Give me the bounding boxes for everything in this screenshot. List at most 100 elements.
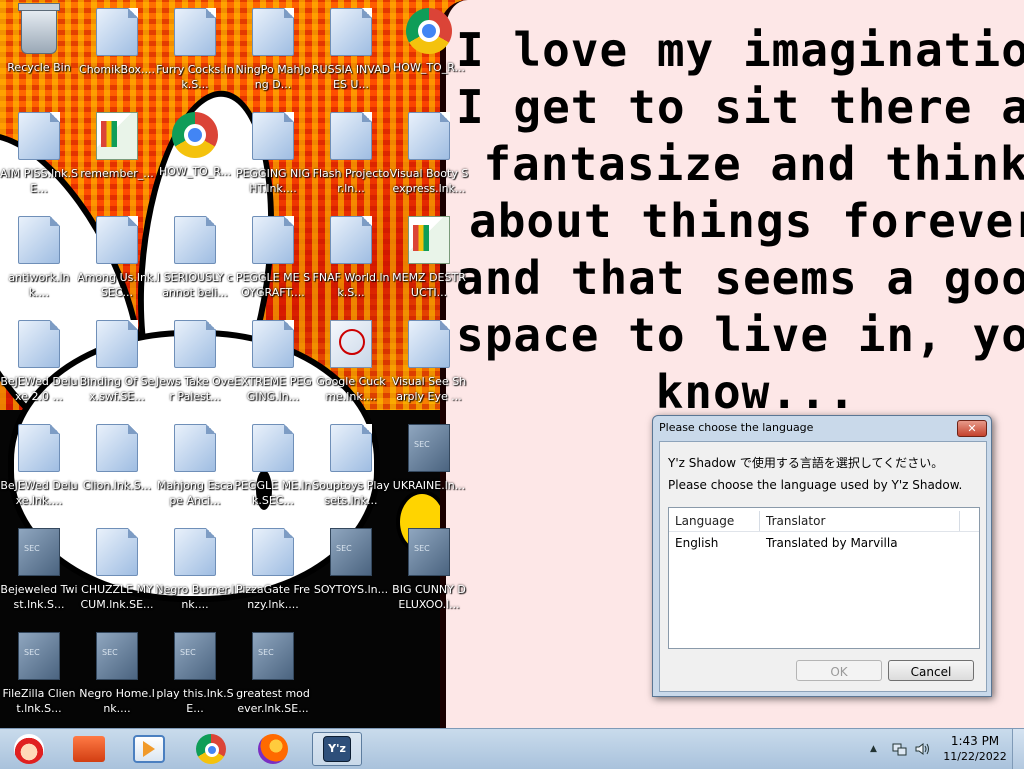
- desktop-icon[interactable]: antiwork.lnk....: [0, 210, 78, 310]
- cancel-button[interactable]: Cancel: [888, 660, 974, 681]
- desktop-icon-label: Google Cuckme.lnk....: [316, 375, 386, 403]
- desktop-icon-label: UKRAINE.ln...: [392, 479, 466, 492]
- desktop-icon[interactable]: FNAF World.lnk.S...: [312, 210, 390, 310]
- desktop-icon[interactable]: HOW_TO_R...: [156, 106, 234, 206]
- desktop-icon-label: Among Us.lnk.SEC...: [77, 271, 157, 299]
- desktop-icon-label: AIM PISS.lnk.SE...: [0, 167, 78, 195]
- show-desktop-button[interactable]: [1012, 729, 1024, 769]
- sec-file-icon: [330, 528, 372, 576]
- desktop-icon[interactable]: Bejeweled Twist.lnk.S...: [0, 522, 78, 622]
- shortcut-file-icon: [252, 216, 294, 264]
- clock-time[interactable]: 1:43 PM: [950, 734, 1000, 748]
- shortcut-file-icon: [252, 8, 294, 56]
- desktop-icon[interactable]: I SERIOUSLY cannot beli...: [156, 210, 234, 310]
- desktop-icon[interactable]: EXTREME PEGGING.ln...: [234, 314, 312, 414]
- taskbar-yz-shadow[interactable]: Y'z: [312, 732, 362, 766]
- dialog-message-english: Please choose the language used by Y'z S…: [668, 478, 963, 492]
- taskbar-media-player[interactable]: [124, 732, 174, 766]
- desktop-icon[interactable]: Google Cuckme.lnk....: [312, 314, 390, 414]
- google-doc-icon: [408, 216, 450, 264]
- desktop-icon[interactable]: Mahjong Escape Anci...: [156, 418, 234, 518]
- desktop-icon[interactable]: PizzaGate Frenzy.lnk....: [234, 522, 312, 622]
- taskbar-chrome[interactable]: [186, 732, 236, 766]
- desktop-icon[interactable]: BeJEWed Deluxe.lnk....: [0, 418, 78, 518]
- shortcut-file-icon: [330, 112, 372, 160]
- desktop-icon[interactable]: Jews Take Over Palest...: [156, 314, 234, 414]
- desktop-icon[interactable]: Clion.lnk.S...: [78, 418, 156, 518]
- desktop-icon-label: Souptoys Playsets.lnk...: [312, 479, 390, 507]
- volume-icon[interactable]: [914, 741, 930, 760]
- desktop-icon-label: Recycle Bin: [7, 61, 71, 74]
- clock-date[interactable]: 11/22/2022: [940, 750, 1010, 763]
- media-player-icon: [133, 735, 165, 763]
- ok-button[interactable]: OK: [796, 660, 882, 681]
- desktop-icon[interactable]: greatest mod ever.lnk.SE...: [234, 626, 312, 726]
- desktop-icon[interactable]: SOYTOYS.ln...: [312, 522, 390, 622]
- desktop-icon[interactable]: Recycle Bin: [0, 2, 78, 102]
- desktop-icon-label: Flash Projector.ln...: [312, 167, 390, 195]
- desktop-icon-label: ChomikBox....: [79, 63, 155, 76]
- taskbar-firefox[interactable]: [248, 732, 298, 766]
- taskbar-folder[interactable]: [64, 732, 114, 766]
- desktop-icon[interactable]: ChomikBox....: [78, 2, 156, 102]
- desktop-icon[interactable]: RUSSIA INVADES U...: [312, 2, 390, 102]
- desktop-icon[interactable]: CHUZZLE MY CUM.lnk.SE...: [78, 522, 156, 622]
- dialog-title: Please choose the language: [659, 421, 814, 434]
- shortcut-file-icon: [18, 112, 60, 160]
- close-icon[interactable]: ✕: [957, 420, 987, 437]
- desktop-icon[interactable]: BIG CUNNY DELUXOO.l...: [390, 522, 468, 622]
- desktop-icon[interactable]: FileZilla Client.lnk.S...: [0, 626, 78, 726]
- desktop-icon-label: Negro Home.lnk....: [79, 687, 155, 715]
- desktop-icon[interactable]: remember_...: [78, 106, 156, 206]
- folder-icon: [73, 736, 105, 762]
- shortcut-file-icon: [252, 112, 294, 160]
- desktop-icon-label: HOW_TO_R...: [159, 165, 231, 178]
- desktop-icon[interactable]: BeJEWed Deluxe 2.0 ...: [0, 314, 78, 414]
- list-item-translator[interactable]: Translated by Marvilla: [760, 534, 966, 552]
- desktop-icon[interactable]: PEGGLE ME SOYGRAFT....: [234, 210, 312, 310]
- desktop-icon[interactable]: NingPo MahJong D...: [234, 2, 312, 102]
- desktop-icon[interactable]: AIM PISS.lnk.SE...: [0, 106, 78, 206]
- desktop-icon[interactable]: HOW_TO_R...: [390, 2, 468, 102]
- desktop-icon[interactable]: Among Us.lnk.SEC...: [77, 210, 157, 310]
- recycle-bin-icon: [18, 3, 60, 54]
- sec-file-icon: [408, 424, 450, 472]
- desktop-icon[interactable]: Visual See Sharply Eye ...: [390, 314, 468, 414]
- list-item-language[interactable]: English: [669, 534, 760, 552]
- desktop-icon-label: PEGGLE ME.lnk.SEC...: [234, 479, 312, 507]
- shortcut-file-icon: [330, 424, 372, 472]
- desktop-icon-label: Visual Booty Sexpress.lnk...: [389, 167, 469, 195]
- desktop-icon-label: BIG CUNNY DELUXOO.l...: [392, 583, 466, 611]
- start-button[interactable]: [4, 732, 54, 766]
- wallpaper-quote: I love my imagination I get to sit there…: [456, 23, 1024, 419]
- desktop-icon[interactable]: Negro Home.lnk....: [78, 626, 156, 726]
- shortcut-file-icon: [252, 424, 294, 472]
- column-header-translator[interactable]: Translator: [760, 511, 960, 531]
- desktop-icon-label: FileZilla Client.lnk.S...: [2, 687, 76, 715]
- desktop-icon[interactable]: PEGGLE ME.lnk.SEC...: [234, 418, 312, 518]
- desktop-icon-label: PizzaGate Frenzy.lnk....: [235, 583, 311, 611]
- shortcut-file-icon: [174, 424, 216, 472]
- shortcut-file-icon: [96, 216, 138, 264]
- language-dialog[interactable]: Please choose the language ✕ Y'z Shadow …: [652, 415, 992, 697]
- shortcut-file-icon: [174, 320, 216, 368]
- desktop-icon[interactable]: Visual Booty Sexpress.lnk...: [390, 106, 468, 206]
- network-icon[interactable]: [892, 741, 908, 760]
- desktop-icon[interactable]: play this.lnk.SE...: [156, 626, 234, 726]
- shortcut-file-icon: [174, 8, 216, 56]
- desktop-icon[interactable]: PEGGING NIGHT.lnk....: [234, 106, 312, 206]
- tray-chevron-icon[interactable]: ▲: [870, 744, 877, 754]
- desktop-icon[interactable]: Furry Cocks.lnk.S...: [156, 2, 234, 102]
- desktop-icon[interactable]: Negro Burner.lnk....: [155, 522, 235, 622]
- desktop-icon[interactable]: UKRAINE.ln...: [390, 418, 468, 518]
- desktop-icon[interactable]: MEMZ DESTRUCTI...: [390, 210, 468, 310]
- desktop-icon[interactable]: Binding Of Sex.swf.SE...: [78, 314, 156, 414]
- column-header-language[interactable]: Language: [669, 511, 760, 531]
- chrome-icon: [172, 112, 218, 158]
- desktop-icon[interactable]: Flash Projector.ln...: [312, 106, 390, 206]
- desktop-icon[interactable]: Souptoys Playsets.lnk...: [312, 418, 390, 518]
- desktop-icon-label: Bejeweled Twist.lnk.S...: [0, 583, 78, 611]
- language-list[interactable]: Language Translator English Translated b…: [668, 507, 980, 649]
- desktop-icon-label: Negro Burner.lnk....: [155, 583, 235, 611]
- desktop-icon-label: RUSSIA INVADES U...: [311, 63, 391, 91]
